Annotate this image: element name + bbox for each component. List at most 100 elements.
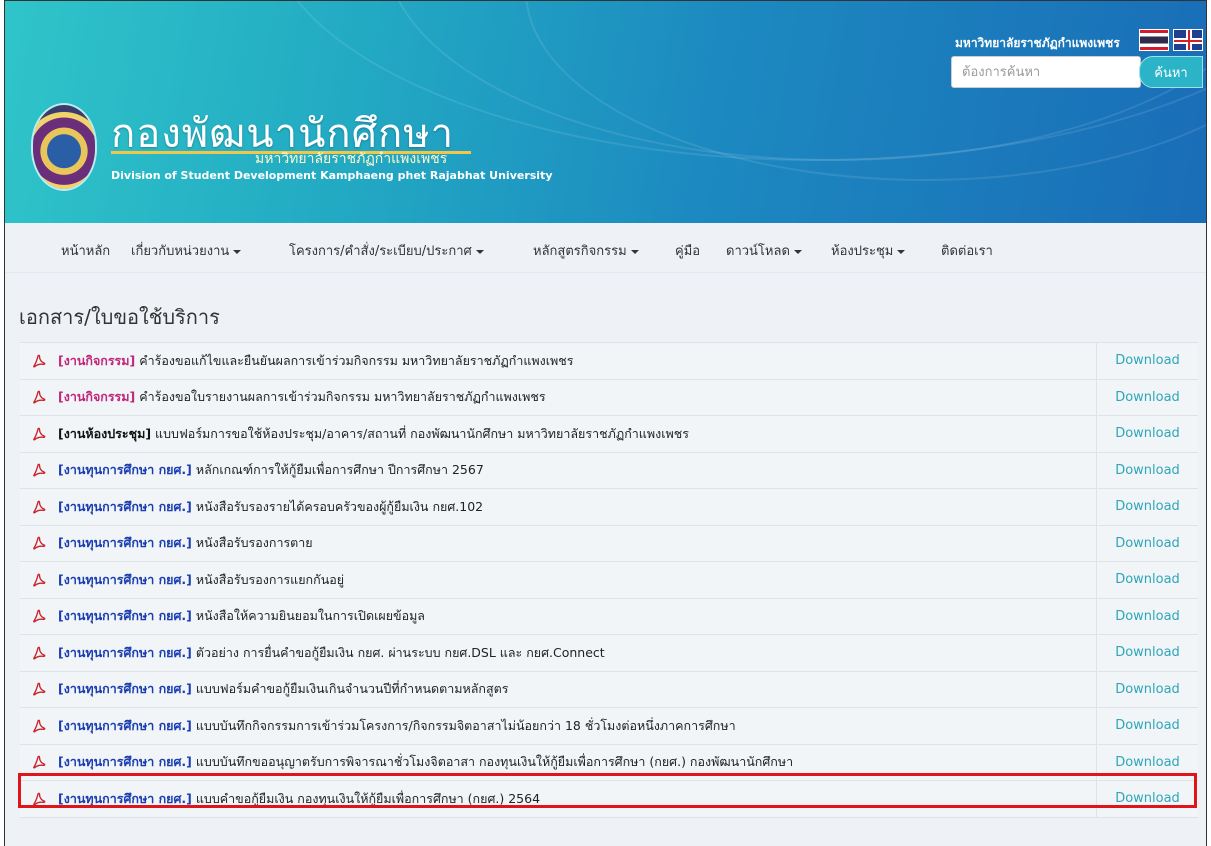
document-title: หนังสือให้ความยินยอมในการเปิดเผยข้อมูล: [195, 608, 425, 624]
document-title: แบบบันทึกกิจกรรมการเข้าร่วมโครงการ/กิจกร…: [195, 717, 736, 733]
download-link[interactable]: Download: [1097, 635, 1198, 671]
table-row: [งานกิจกรรม] คำร้องขอแก้ไขและยืนยันผลการเ…: [20, 343, 1198, 380]
table-row: [งานทุนการศึกษา กยศ.] หลักเกณฑ์การให้กู้ย…: [20, 452, 1198, 489]
caret-down-icon: [897, 249, 906, 254]
download-link[interactable]: Download: [1097, 343, 1198, 379]
document-cell: [งานกิจกรรม] คำร้องขอแก้ไขและยืนยันผลการเ…: [20, 343, 1097, 379]
pdf-icon: [32, 755, 46, 769]
document-category[interactable]: [งานทุนการศึกษา กยศ.]: [58, 752, 192, 772]
document-title: แบบฟอร์มคำขอกู้ยืมเงินเกินจำนวนปีที่กำหน…: [195, 681, 509, 697]
nav-item-manual[interactable]: คู่มือ: [675, 240, 700, 261]
nav-item-meeting-room[interactable]: ห้องประชุม: [831, 240, 906, 261]
pdf-icon: [32, 500, 46, 514]
document-title: แบบคำขอกู้ยืมเงิน กองทุนเงินให้กู้ยืมเพื…: [195, 790, 541, 806]
document-title: หนังสือรับรองการแยกกันอยู่: [195, 571, 345, 587]
download-link[interactable]: Download: [1097, 672, 1198, 708]
table-row: [งานทุนการศึกษา กยศ.] หนังสือรับรองรายได้…: [20, 489, 1198, 526]
document-category[interactable]: [งานห้องประชุม]: [58, 424, 151, 444]
site-header: กองพัฒนานักศึกษา มหาวิทยาลัยราชภัฏกำแพงเ…: [5, 1, 1206, 223]
download-link[interactable]: Download: [1097, 708, 1198, 744]
main-nav: หน้าหลัก เกี่ยวกับหน่วยงาน โครงการ/คำสั่…: [5, 223, 1206, 273]
document-title: แบบฟอร์มการขอใช้ห้องประชุม/อาคาร/สถานที่…: [155, 425, 689, 441]
table-row: [งานทุนการศึกษา กยศ.] หนังสือรับรองการตาย…: [20, 525, 1198, 562]
download-link[interactable]: Download: [1097, 380, 1198, 416]
pdf-icon: [32, 792, 46, 806]
document-title: หลักเกณฑ์การให้กู้ยืมเพื่อการศึกษา ปีการ…: [195, 462, 484, 478]
document-title: แบบบันทึกขออนุญาตรับการพิจารณาชั่วโมงจิต…: [195, 754, 794, 770]
table-row: [งานห้องประชุม] แบบฟอร์มการขอใช้ห้องประชุ…: [20, 416, 1198, 453]
nav-item-activity-curriculum[interactable]: หลักสูตรกิจกรรม: [533, 240, 639, 261]
download-link[interactable]: Download: [1097, 416, 1198, 452]
nav-item-contact[interactable]: ติดต่อเรา: [941, 240, 993, 261]
pdf-icon: [32, 427, 46, 441]
document-cell: [งานทุนการศึกษา กยศ.] หลักเกณฑ์การให้กู้ย…: [20, 452, 1097, 488]
table-row: [งานกิจกรรม] คำร้องขอใบรายงานผลการเข้าร่ว…: [20, 379, 1198, 416]
document-title: คำร้องขอแก้ไขและยืนยันผลการเข้าร่วมกิจกร…: [139, 352, 574, 368]
pdf-icon: [32, 646, 46, 660]
download-link[interactable]: Download: [1097, 526, 1198, 562]
document-title: ตัวอย่าง การยื่นคำขอกู้ยืมเงิน กยศ. ผ่าน…: [195, 644, 605, 660]
document-cell: [งานทุนการศึกษา กยศ.] หนังสือรับรองการตาย: [20, 525, 1097, 561]
document-category[interactable]: [งานทุนการศึกษา กยศ.]: [58, 497, 192, 517]
university-seal-logo[interactable]: [33, 105, 95, 189]
pdf-icon: [32, 719, 46, 733]
document-title: หนังสือรับรองการตาย: [195, 535, 313, 551]
pdf-icon: [32, 609, 46, 623]
document-cell: [งานทุนการศึกษา กยศ.] แบบบันทึกขออนุญาตรั…: [20, 744, 1097, 780]
section-title: เอกสาร/ใบขอใช้บริการ: [19, 305, 220, 329]
document-category[interactable]: [งานทุนการศึกษา กยศ.]: [58, 570, 192, 590]
document-category[interactable]: [งานทุนการศึกษา กยศ.]: [58, 533, 192, 553]
table-row: [งานทุนการศึกษา กยศ.] หนังสือรับรองการแยก…: [20, 562, 1198, 599]
document-cell: [งานทุนการศึกษา กยศ.] แบบฟอร์มคำขอกู้ยืมเ…: [20, 671, 1097, 707]
download-link[interactable]: Download: [1097, 453, 1198, 489]
document-cell: [งานทุนการศึกษา กยศ.] แบบคำขอกู้ยืมเงิน ก…: [20, 781, 1097, 817]
document-category[interactable]: [งานกิจกรรม]: [58, 351, 135, 371]
university-name[interactable]: มหาวิทยาลัยราชภัฏกำแพงเพชร: [955, 34, 1120, 53]
nav-item-download[interactable]: ดาวน์โหลด: [726, 240, 802, 261]
brand-subtitle: มหาวิทยาลัยราชภัฏกำแพงเพชร: [255, 151, 448, 167]
table-row: [งานทุนการศึกษา กยศ.] แบบบันทึกขออนุญาตรั…: [20, 744, 1198, 781]
document-category[interactable]: [งานทุนการศึกษา กยศ.]: [58, 789, 192, 809]
pdf-icon: [32, 682, 46, 696]
table-row: [งานทุนการศึกษา กยศ.] ตัวอย่าง การยื่นคำข…: [20, 635, 1198, 672]
document-category[interactable]: [งานทุนการศึกษา กยศ.]: [58, 606, 192, 626]
brand-english-name: Division of Student Development Kamphaen…: [111, 169, 553, 182]
document-category[interactable]: [งานทุนการศึกษา กยศ.]: [58, 643, 192, 663]
download-link[interactable]: Download: [1097, 562, 1198, 598]
caret-down-icon: [630, 249, 639, 254]
search-button[interactable]: ค้นหา: [1139, 56, 1203, 88]
page-frame: กองพัฒนานักศึกษา มหาวิทยาลัยราชภัฏกำแพงเ…: [4, 0, 1207, 846]
document-cell: [งานกิจกรรม] คำร้องขอใบรายงานผลการเข้าร่ว…: [20, 379, 1097, 415]
nav-item-home[interactable]: หน้าหลัก: [61, 240, 110, 261]
pdf-icon: [32, 463, 46, 477]
download-link[interactable]: Download: [1097, 489, 1198, 525]
nav-item-projects[interactable]: โครงการ/คำสั่ง/ระเบียบ/ประกาศ: [289, 240, 484, 261]
table-row: [งานทุนการศึกษา กยศ.] แบบคำขอกู้ยืมเงิน ก…: [20, 781, 1198, 818]
download-link[interactable]: Download: [1097, 745, 1198, 781]
document-cell: [งานทุนการศึกษา กยศ.] ตัวอย่าง การยื่นคำข…: [20, 635, 1097, 671]
document-title: คำร้องขอใบรายงานผลการเข้าร่วมกิจกรรม มหา…: [139, 389, 546, 405]
download-link[interactable]: Download: [1097, 599, 1198, 635]
document-cell: [งานทุนการศึกษา กยศ.] หนังสือรับรองการแยก…: [20, 562, 1097, 598]
thai-flag-icon[interactable]: [1139, 29, 1169, 51]
document-cell: [งานทุนการศึกษา กยศ.] แบบบันทึกกิจกรรมการ…: [20, 708, 1097, 744]
download-link[interactable]: Download: [1097, 781, 1198, 817]
document-cell: [งานห้องประชุม] แบบฟอร์มการขอใช้ห้องประชุ…: [20, 416, 1097, 452]
pdf-icon: [32, 536, 46, 550]
caret-down-icon: [475, 249, 484, 254]
table-row: [งานทุนการศึกษา กยศ.] หนังสือให้ความยินยอ…: [20, 598, 1198, 635]
nav-item-about[interactable]: เกี่ยวกับหน่วยงาน: [131, 240, 242, 261]
caret-down-icon: [793, 249, 802, 254]
pdf-icon: [32, 573, 46, 587]
uk-flag-icon[interactable]: [1173, 29, 1203, 51]
document-title: หนังสือรับรองรายได้ครอบครัวของผู้กู้ยืมเ…: [195, 498, 484, 514]
document-cell: [งานทุนการศึกษา กยศ.] หนังสือให้ความยินยอ…: [20, 598, 1097, 634]
document-category[interactable]: [งานทุนการศึกษา กยศ.]: [58, 679, 192, 699]
document-category[interactable]: [งานทุนการศึกษา กยศ.]: [58, 716, 192, 736]
documents-table: [งานกิจกรรม] คำร้องขอแก้ไขและยืนยันผลการเ…: [20, 342, 1198, 818]
document-category[interactable]: [งานกิจกรรม]: [58, 387, 135, 407]
document-category[interactable]: [งานทุนการศึกษา กยศ.]: [58, 460, 192, 480]
table-row: [งานทุนการศึกษา กยศ.] แบบฟอร์มคำขอกู้ยืมเ…: [20, 671, 1198, 708]
search-input[interactable]: [951, 56, 1141, 88]
pdf-icon: [32, 354, 46, 368]
